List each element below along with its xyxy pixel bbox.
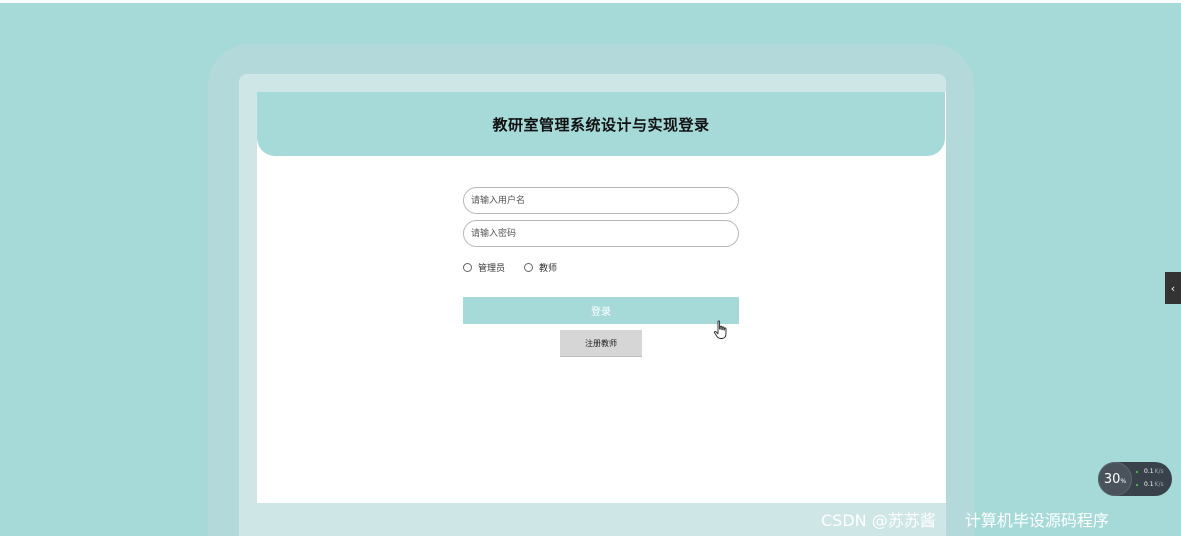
upload-arrow-icon bbox=[1136, 470, 1138, 473]
upload-value: 0.1 bbox=[1144, 468, 1154, 475]
login-button[interactable]: 登录 bbox=[463, 297, 739, 324]
watermark: CSDN @苏苏酱 · 计算机毕设源码程序 bbox=[821, 511, 1109, 530]
role-label-admin[interactable]: 管理员 bbox=[478, 261, 505, 274]
download-speed: 0.1 K/s bbox=[1136, 481, 1164, 488]
upload-unit: K/s bbox=[1154, 468, 1164, 475]
fps-value: 30 bbox=[1103, 471, 1121, 487]
role-radio-admin[interactable] bbox=[463, 262, 472, 272]
fps-counter: 30% bbox=[1098, 462, 1132, 496]
download-arrow-icon bbox=[1136, 483, 1138, 486]
watermark-channel: 计算机毕设源码程序 bbox=[964, 511, 1109, 530]
download-unit: K/s bbox=[1154, 481, 1164, 488]
chevron-left-icon: ‹ bbox=[1170, 281, 1176, 295]
side-panel-toggle[interactable]: ‹ bbox=[1165, 272, 1181, 304]
role-radio-teacher[interactable] bbox=[524, 262, 534, 272]
top-strip bbox=[0, 0, 1181, 3]
username-input[interactable] bbox=[463, 187, 739, 214]
fps-unit: % bbox=[1120, 478, 1127, 485]
role-label-teacher[interactable]: 教师 bbox=[539, 261, 557, 274]
watermark-author: CSDN @苏苏酱 bbox=[821, 511, 936, 530]
upload-speed: 0.1 K/s bbox=[1136, 468, 1164, 475]
hand-pointer-icon bbox=[713, 320, 727, 339]
login-header: 教研室管理系统设计与实现登录 bbox=[257, 92, 945, 156]
page-title: 教研室管理系统设计与实现登录 bbox=[492, 115, 710, 134]
role-radio-group: 管理员 教师 bbox=[463, 261, 576, 274]
download-value: 0.1 bbox=[1144, 481, 1154, 488]
password-input[interactable] bbox=[463, 220, 739, 247]
register-teacher-button[interactable]: 注册教师 bbox=[560, 330, 642, 357]
